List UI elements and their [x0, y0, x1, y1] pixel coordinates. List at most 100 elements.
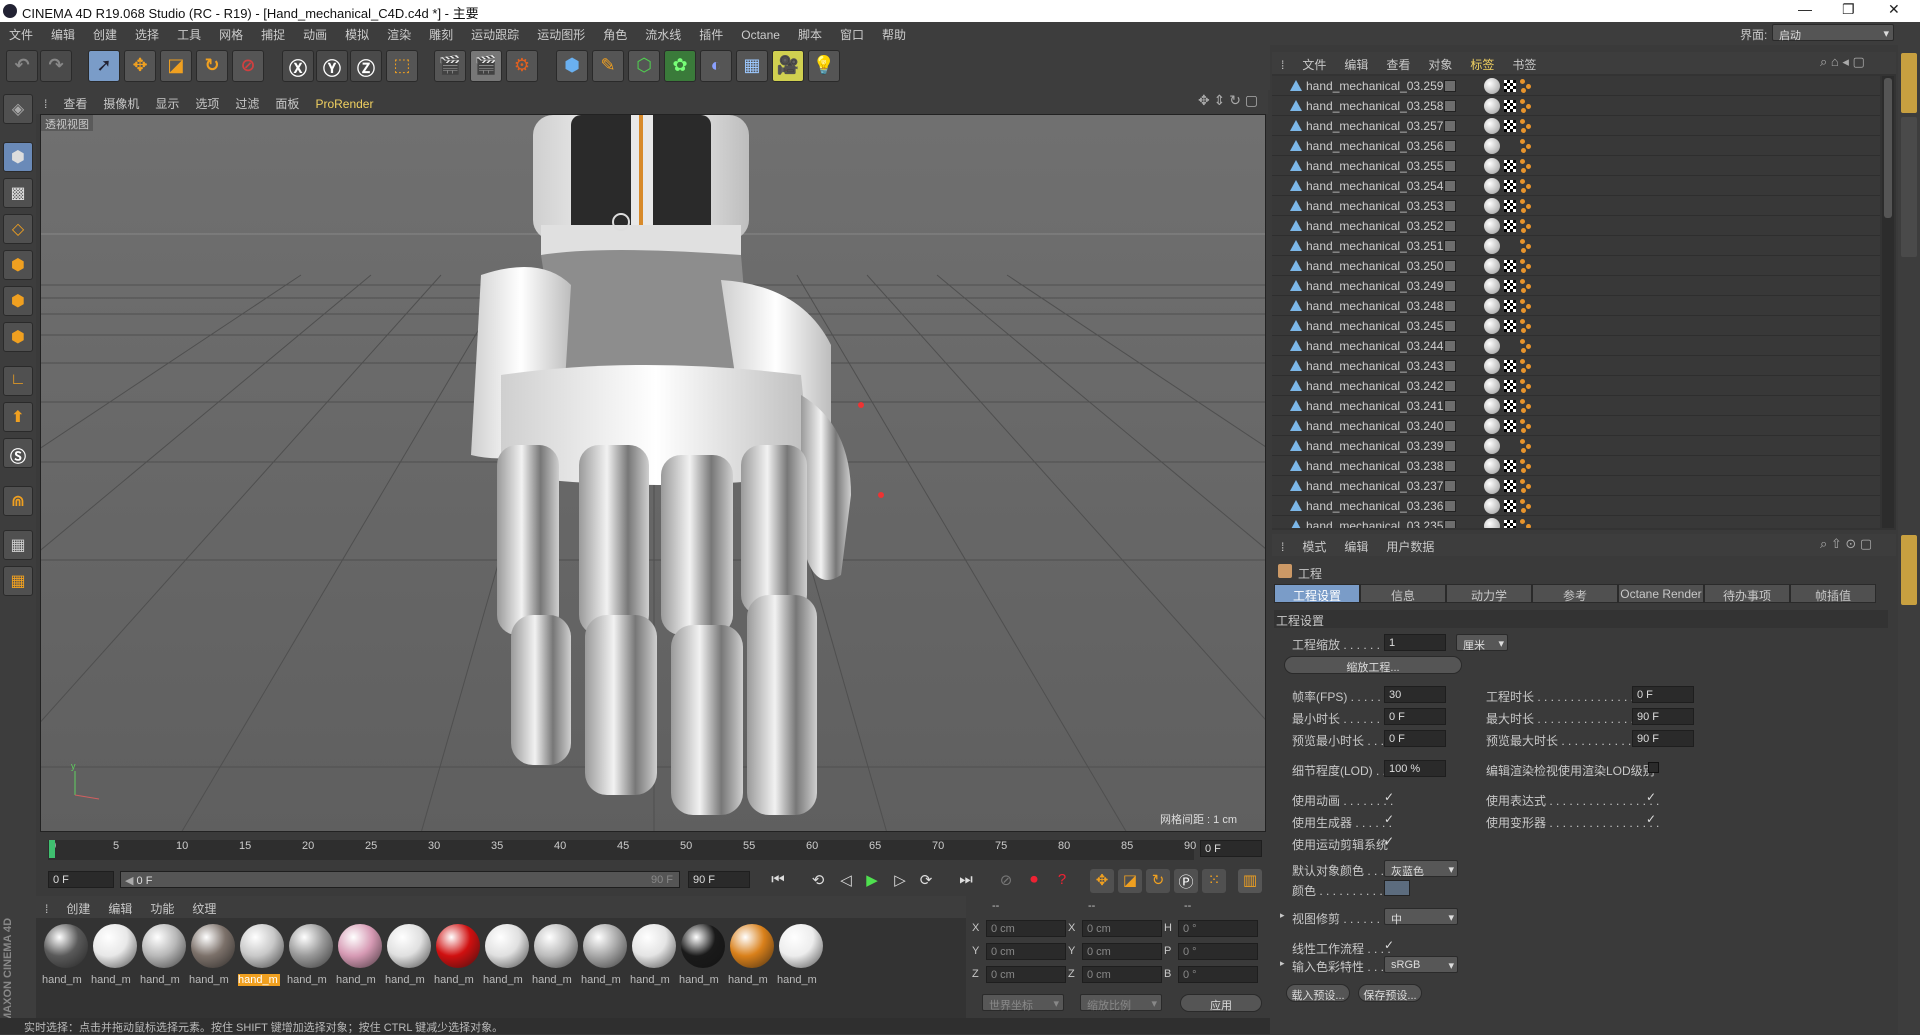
material-slot[interactable]: hand_m	[434, 924, 480, 994]
close-button[interactable]: ✕	[1888, 1, 1900, 18]
material-slot[interactable]: hand_m	[581, 924, 627, 994]
points-mode-icon[interactable]: ⬢	[3, 250, 33, 280]
object-row[interactable]: hand_mechanical_03.244	[1272, 336, 1880, 356]
object-row[interactable]: hand_mechanical_03.242	[1272, 376, 1880, 396]
object-menu-item-4[interactable]: 标签	[1461, 52, 1503, 73]
texture-tag-icon[interactable]	[1504, 380, 1516, 392]
material-slot[interactable]: hand_m	[189, 924, 235, 994]
color-swatch[interactable]	[1384, 880, 1410, 896]
use-deformers-checkbox[interactable]: ✓	[1646, 812, 1656, 826]
visibility-toggle-icon[interactable]	[1444, 400, 1456, 412]
menu-item-13[interactable]: 角色	[594, 22, 636, 43]
menu-item-15[interactable]: 插件	[690, 22, 732, 43]
viewport-menu-item-2[interactable]: 显示	[147, 90, 187, 112]
texture-tag-icon[interactable]	[1504, 120, 1516, 132]
menu-item-17[interactable]: 脚本	[789, 22, 831, 43]
material-tag-icon[interactable]	[1484, 518, 1500, 528]
texture-tag-icon[interactable]	[1504, 160, 1516, 172]
color-profile-dropdown[interactable]: sRGB ▾	[1384, 956, 1458, 973]
object-row[interactable]: hand_mechanical_03.240	[1272, 416, 1880, 436]
model-mode-icon[interactable]: ⬢	[3, 142, 33, 172]
material-tag-icon[interactable]	[1484, 178, 1500, 194]
object-row[interactable]: hand_mechanical_03.258	[1272, 96, 1880, 116]
coord-field[interactable]: 0 cm	[986, 920, 1066, 937]
array-icon[interactable]: ✿	[664, 50, 696, 82]
object-row[interactable]: hand_mechanical_03.241	[1272, 396, 1880, 416]
visibility-toggle-icon[interactable]	[1444, 340, 1456, 352]
redo-icon[interactable]: ↷	[40, 50, 72, 82]
texture-tag-icon[interactable]	[1504, 220, 1516, 232]
grid-snap-icon[interactable]: ▦	[3, 566, 33, 596]
selection-tag-icon[interactable]	[1520, 219, 1534, 233]
visibility-toggle-icon[interactable]	[1444, 320, 1456, 332]
material-menu-item-2[interactable]: 功能	[141, 896, 183, 917]
selection-tag-icon[interactable]	[1520, 99, 1534, 113]
project-length-field[interactable]: 0 F	[1632, 686, 1694, 703]
texture-tag-icon[interactable]	[1504, 420, 1516, 432]
selection-tag-icon[interactable]	[1520, 199, 1534, 213]
menu-item-16[interactable]: Octane	[732, 24, 789, 42]
object-row[interactable]: hand_mechanical_03.243	[1272, 356, 1880, 376]
texture-mode-icon[interactable]: ▩	[3, 178, 33, 208]
coord-field[interactable]: 0 cm	[1082, 943, 1162, 960]
selection-tag-icon[interactable]	[1520, 519, 1534, 528]
material-menu-item-1[interactable]: 编辑	[99, 896, 141, 917]
menu-item-6[interactable]: 捕捉	[252, 22, 294, 43]
apply-button[interactable]: 应用	[1180, 994, 1262, 1012]
coord-field[interactable]: 0 °	[1178, 920, 1258, 937]
motion-clip-checkbox[interactable]: ✓	[1384, 834, 1394, 848]
object-row[interactable]: hand_mechanical_03.256	[1272, 136, 1880, 156]
material-tag-icon[interactable]	[1484, 118, 1500, 134]
solo-icon[interactable]: Ⓢ	[3, 438, 33, 468]
object-menu-item-3[interactable]: 对象	[1419, 52, 1461, 73]
floor-icon[interactable]: ▦	[736, 50, 768, 82]
key-pla-icon[interactable]: ⁙	[1202, 869, 1226, 893]
object-row[interactable]: hand_mechanical_03.248	[1272, 296, 1880, 316]
texture-tag-icon[interactable]	[1504, 280, 1516, 292]
key-rotation-icon[interactable]: ↻	[1146, 869, 1170, 893]
undo-icon[interactable]: ↶	[6, 50, 38, 82]
visibility-toggle-icon[interactable]	[1444, 520, 1456, 528]
perspective-viewport[interactable]: y 透视视图 网格间距 : 1 cm	[40, 114, 1266, 832]
menu-item-3[interactable]: 选择	[126, 22, 168, 43]
x-axis-icon[interactable]: Ⓧ	[282, 50, 314, 82]
attribute-menu-item-1[interactable]: 编辑	[1335, 534, 1377, 555]
linear-workflow-checkbox[interactable]: ✓	[1384, 938, 1394, 952]
goto-start-icon[interactable]: ⏮	[766, 869, 790, 893]
attribute-nav-icons[interactable]: ⌕ ⇧ ⊙ ▢	[1820, 536, 1896, 554]
coord-field[interactable]: 0 cm	[1082, 966, 1162, 983]
timeline-ruler[interactable]: 051015202530354045505560657075808590 0 F	[40, 834, 1266, 866]
coord-field[interactable]: 0 cm	[986, 966, 1066, 983]
object-row[interactable]: hand_mechanical_03.245	[1272, 316, 1880, 336]
material-tag-icon[interactable]	[1484, 238, 1500, 254]
object-row[interactable]: hand_mechanical_03.253	[1272, 196, 1880, 216]
material-tag-icon[interactable]	[1484, 338, 1500, 354]
visibility-toggle-icon[interactable]	[1444, 140, 1456, 152]
coordinate-system-icon[interactable]: ⬚	[386, 50, 418, 82]
cube-icon[interactable]: ⬢	[556, 50, 588, 82]
menu-item-19[interactable]: 帮助	[873, 22, 915, 43]
menu-item-7[interactable]: 动画	[294, 22, 336, 43]
texture-tag-icon[interactable]	[1504, 500, 1516, 512]
menu-item-0[interactable]: 文件	[0, 22, 42, 43]
unit-dropdown[interactable]: 厘米 ▾	[1456, 634, 1508, 652]
workplane-icon[interactable]: ◇	[3, 214, 33, 244]
material-menu-item-0[interactable]: 创建	[57, 896, 99, 917]
side-tab-objects[interactable]	[1901, 53, 1917, 113]
attribute-tab-3[interactable]: 参考	[1532, 584, 1618, 603]
viewport-nav-icons[interactable]: ✥ ⇕ ↻ ▢	[1198, 92, 1264, 110]
selection-tag-icon[interactable]	[1520, 339, 1534, 353]
subdivision-icon[interactable]: ⬡	[628, 50, 660, 82]
minimize-button[interactable]: —	[1798, 1, 1812, 17]
selection-tag-icon[interactable]	[1520, 359, 1534, 373]
material-slot[interactable]: hand_m	[238, 924, 284, 994]
object-menu-item-2[interactable]: 查看	[1377, 52, 1419, 73]
next-key-icon[interactable]: ⟳	[914, 869, 938, 893]
goto-end-icon[interactable]: ⏭	[954, 869, 978, 893]
object-menu-item-5[interactable]: 书签	[1503, 52, 1545, 73]
selection-tag-icon[interactable]	[1520, 159, 1534, 173]
keyframe-selection-icon[interactable]: ?	[1050, 869, 1074, 893]
attribute-menu-item-0[interactable]: 模式	[1293, 534, 1335, 555]
preview-max-field[interactable]: 90 F	[1632, 730, 1694, 747]
material-tag-icon[interactable]	[1484, 458, 1500, 474]
